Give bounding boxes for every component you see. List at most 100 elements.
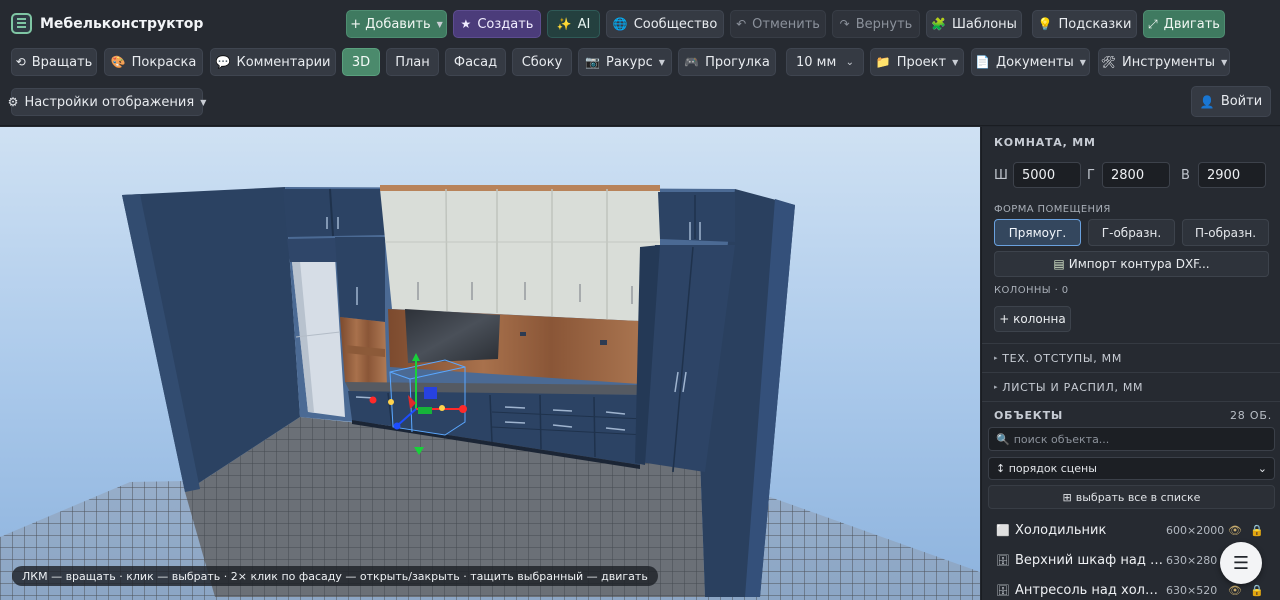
rotate-button[interactable]: ⟲ Вращать: [11, 48, 97, 76]
step-select[interactable]: 10 мм ⌄: [786, 48, 864, 76]
sheets-section-toggle[interactable]: ▸ ЛИСТЫ И РАСПИЛ, ММ: [982, 372, 1280, 401]
shape-rect-button[interactable]: Прямоуг.: [994, 219, 1081, 246]
walk-button-label: Прогулка: [705, 54, 770, 70]
move-button[interactable]: ⤢ Двигать: [1143, 10, 1225, 38]
display-settings-button[interactable]: ⚙ Настройки отображения ▼: [8, 88, 207, 116]
paint-button[interactable]: 🎨 Покраска: [104, 48, 203, 76]
community-button[interactable]: 🌐 Сообщество: [606, 10, 724, 38]
properties-panel: КОМНАТА, ММ Ш Г В ФОРМА ПОМЕЩЕНИЯ Прямоу…: [981, 127, 1280, 600]
room-height-input[interactable]: [1198, 162, 1266, 188]
speech-bubble-icon: 💬: [215, 55, 231, 69]
app-title: Мебельконструктор: [40, 15, 204, 32]
folder-icon: 📁: [875, 55, 891, 69]
width-label: Ш: [994, 168, 1008, 183]
star-icon: ★: [460, 17, 472, 31]
community-button-label: Сообщество: [633, 16, 718, 32]
project-button-label: Проект: [896, 54, 947, 70]
offsets-section-toggle[interactable]: ▸ ТЕХ. ОТСТУПЫ, ММ: [982, 343, 1280, 372]
scene-viewport[interactable]: ЛКМ — вращать · клик — выбрать · 2× клик…: [0, 127, 980, 600]
create-button[interactable]: ★ Создать: [453, 10, 541, 38]
upper-light-cabinets[interactable]: [380, 185, 660, 322]
templates-button[interactable]: 🧩 Шаблоны: [926, 10, 1022, 38]
object-name: Антресоль над холоди...: [1015, 582, 1165, 598]
visibility-eye-icon[interactable]: 👁: [1228, 584, 1242, 597]
add-column-label: + колонна: [999, 312, 1066, 326]
ai-button[interactable]: ✨ AI: [547, 10, 600, 38]
lock-icon[interactable]: 🔒: [1250, 584, 1264, 597]
depth-label: Г: [1087, 168, 1095, 183]
object-size: 630×520: [1166, 583, 1218, 597]
comments-button[interactable]: 💬 Комментарии: [210, 48, 336, 76]
shape-l-button[interactable]: Г-образн.: [1088, 219, 1175, 246]
tools-button[interactable]: 🛠 Инструменты ▼: [1098, 48, 1230, 76]
import-dxf-button[interactable]: ▤ Импорт контура DXF...: [994, 251, 1269, 277]
angle-button-label: Ракурс: [606, 54, 653, 70]
select-all-label: выбрать все в списке: [1075, 490, 1201, 504]
top-toolbar: Мебельконструктор + Добавить ▼ ★ Создать ✨…: [0, 0, 1280, 126]
caret-right-icon: ▸: [994, 354, 999, 362]
view-3d-label: 3D: [351, 54, 371, 70]
view-side-label: Сбоку: [521, 54, 563, 70]
caret-down-icon: ▼: [952, 57, 959, 67]
cabinet-icon: 🗄: [996, 553, 1010, 567]
sheets-label: ЛИСТЫ И РАСПИЛ, ММ: [1002, 380, 1144, 394]
document-icon: 📄: [975, 55, 990, 69]
room-width-input[interactable]: [1013, 162, 1081, 188]
height-label: В: [1181, 168, 1190, 183]
chevron-down-icon: ⌄: [845, 56, 854, 68]
lightbulb-icon: 💡: [1037, 17, 1053, 31]
gamepad-icon: 🎮: [684, 55, 700, 69]
visibility-eye-icon[interactable]: 👁: [1228, 524, 1242, 537]
object-row[interactable]: ⬜ Холодильник 600×2000 👁 🔒: [982, 515, 1280, 545]
palette-icon: 🎨: [110, 55, 126, 69]
angle-button[interactable]: 📷 Ракурс ▼: [578, 48, 672, 76]
offsets-label: ТЕХ. ОТСТУПЫ, ММ: [1002, 351, 1123, 365]
object-size: 630×280: [1166, 553, 1218, 567]
shape-l-label: Г-образн.: [1101, 225, 1162, 240]
view-side-button[interactable]: Сбоку: [512, 48, 572, 76]
view-plan-button[interactable]: План: [386, 48, 439, 76]
globe-icon: 🌐: [612, 17, 628, 31]
columns-count: КОЛОННЫ · 0: [994, 285, 1069, 296]
objects-section-title: ОБЪЕКТЫ: [994, 409, 1064, 422]
brand: Мебельконструктор: [11, 13, 203, 34]
documents-button[interactable]: 📄 Документы ▼: [971, 48, 1090, 76]
view-facade-button[interactable]: Фасад: [445, 48, 506, 76]
object-search[interactable]: 🔍 поиск объекта...: [988, 427, 1275, 451]
sparkles-icon: ✨: [556, 17, 572, 31]
lock-icon[interactable]: 🔒: [1250, 524, 1264, 537]
select-all-button[interactable]: ⊞ выбрать все в списке: [988, 485, 1275, 509]
caret-down-icon: ▼: [200, 97, 207, 107]
menu-fab-button[interactable]: ☰: [1220, 542, 1262, 584]
view-3d-button[interactable]: 3D: [342, 48, 380, 76]
object-size: 600×2000: [1166, 523, 1225, 537]
sort-order-value: порядок сцены: [1008, 462, 1097, 475]
puzzle-icon: 🧩: [931, 17, 947, 31]
contour-icon: ▤: [1053, 257, 1065, 271]
undo-button[interactable]: ↶ Отменить: [730, 10, 826, 38]
hamburger-menu-icon: ☰: [1232, 552, 1250, 574]
scene-canvas[interactable]: [0, 127, 980, 600]
login-button-label: Войти: [1220, 94, 1263, 109]
fridge-icon: ⬜: [996, 523, 1010, 537]
add-column-button[interactable]: + колонна: [994, 306, 1071, 332]
sort-order-select[interactable]: ↕ порядок сцены ⌄: [988, 457, 1275, 480]
project-button[interactable]: 📁 Проект ▼: [870, 48, 964, 76]
object-name: Холодильник: [1015, 522, 1107, 538]
shape-u-button[interactable]: П-образн.: [1182, 219, 1269, 246]
add-button[interactable]: + Добавить ▼: [346, 10, 447, 38]
walk-button[interactable]: 🎮 Прогулка: [678, 48, 776, 76]
redo-button[interactable]: ↷ Вернуть: [832, 10, 920, 38]
room-depth-input[interactable]: [1102, 162, 1170, 188]
import-dxf-label: Импорт контура DXF...: [1068, 257, 1210, 271]
select-grid-icon: ⊞: [1062, 490, 1072, 504]
hints-button[interactable]: 💡 Подсказки: [1032, 10, 1137, 38]
user-icon: 👤: [1199, 94, 1215, 109]
redo-icon: ↷: [839, 17, 850, 31]
add-button-label: + Добавить: [350, 16, 431, 32]
shape-rect-label: Прямоуг.: [1008, 225, 1067, 240]
redo-button-label: Вернуть: [855, 16, 913, 32]
login-button[interactable]: 👤 Войти: [1191, 86, 1271, 117]
caret-right-icon: ▸: [994, 383, 999, 391]
caret-down-icon: ▼: [1221, 57, 1228, 67]
